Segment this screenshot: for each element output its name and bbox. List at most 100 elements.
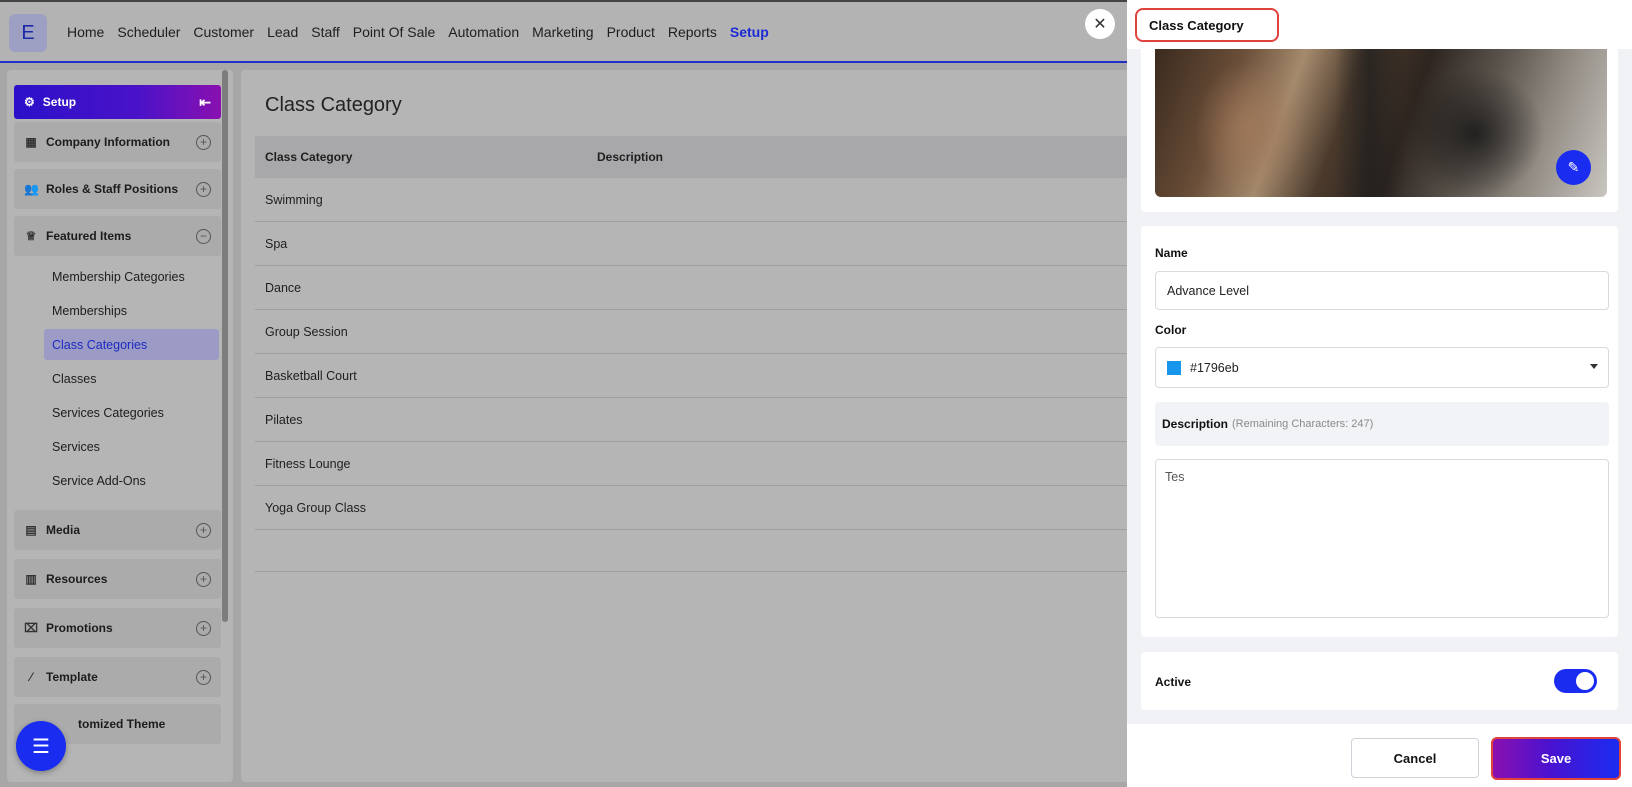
table-header: Class Category Description — [255, 136, 1131, 178]
nav-marketing[interactable]: Marketing — [532, 24, 593, 40]
name-input-value: Advance Level — [1167, 283, 1250, 298]
color-select[interactable]: #1796eb — [1155, 347, 1609, 388]
panel-title: Class Category — [1135, 8, 1279, 42]
expand-icon[interactable]: + — [196, 135, 211, 150]
expand-icon[interactable]: + — [196, 182, 211, 197]
nav-setup[interactable]: Setup — [730, 24, 769, 40]
nav-home[interactable]: Home — [67, 24, 104, 40]
sidebar-section-featured-items[interactable]: ♕ Featured Items − — [14, 216, 221, 256]
main-content: Class Category Class Category Descriptio… — [241, 70, 1131, 782]
edit-image-button[interactable]: ✎ — [1556, 150, 1591, 185]
toggle-knob — [1576, 672, 1594, 690]
active-toggle[interactable] — [1554, 669, 1597, 693]
name-input[interactable]: Advance Level — [1155, 271, 1609, 310]
collapse-icon[interactable]: − — [196, 229, 211, 244]
column-header-description: Description — [597, 150, 664, 164]
main-nav: Home Scheduler Customer Lead Staff Point… — [67, 24, 782, 40]
section-label: Featured Items — [46, 229, 132, 243]
section-label: tomized Theme — [78, 717, 166, 731]
sidebar-item-service-add-ons[interactable]: Service Add-Ons — [44, 465, 219, 496]
active-label: Active — [1155, 675, 1192, 689]
crown-icon: ♕ — [25, 229, 37, 243]
table-row[interactable]: Spa — [255, 222, 1131, 266]
app-logo[interactable]: E — [9, 14, 47, 52]
sidebar-item-class-categories[interactable]: Class Categories — [44, 329, 219, 360]
description-header: Description (Remaining Characters: 247) — [1155, 402, 1609, 446]
nav-point-of-sale[interactable]: Point Of Sale — [353, 24, 436, 40]
table-row[interactable]: Dance — [255, 266, 1131, 310]
chevron-down-icon — [1590, 364, 1598, 369]
chat-icon: ☰ — [32, 735, 50, 758]
gear-icon: ⚙ — [24, 95, 35, 109]
category-form: Name Advance Level Color #1796eb Descrip… — [1141, 226, 1618, 637]
sidebar-header-label: Setup — [42, 95, 77, 109]
cancel-button[interactable]: Cancel — [1351, 738, 1479, 778]
users-icon: 👥 — [24, 182, 39, 196]
sidebar-section-roles-staff-positions[interactable]: 👥 Roles & Staff Positions + — [14, 169, 221, 209]
color-label: Color — [1155, 323, 1187, 337]
color-value: #1796eb — [1190, 360, 1239, 375]
section-label: Roles & Staff Positions — [46, 182, 179, 196]
table-row[interactable]: Group Session — [255, 310, 1131, 354]
media-icon: ▤ — [25, 523, 37, 537]
panel-header: Class Category — [1127, 0, 1632, 49]
section-label: Promotions — [46, 621, 113, 635]
column-header-class-category: Class Category — [265, 150, 353, 164]
sidebar-item-services[interactable]: Services — [44, 431, 219, 462]
nav-reports[interactable]: Reports — [668, 24, 717, 40]
close-panel-button[interactable]: ✕ — [1085, 9, 1115, 39]
sidebar-item-membership-categories[interactable]: Membership Categories — [44, 261, 219, 292]
close-icon: ✕ — [1093, 16, 1107, 33]
class-category-table: Class Category Description Swimming Spa … — [255, 136, 1131, 572]
nav-automation[interactable]: Automation — [448, 24, 519, 40]
expand-icon[interactable]: + — [196, 621, 211, 636]
sidebar-section-company-information[interactable]: ▦ Company Information + — [14, 122, 221, 162]
save-button[interactable]: Save — [1491, 737, 1621, 780]
nav-staff[interactable]: Staff — [311, 24, 340, 40]
sidebar-item-services-categories[interactable]: Services Categories — [44, 397, 219, 428]
sidebar-section-media[interactable]: ▤ Media + — [14, 510, 221, 550]
description-textarea[interactable]: Tes — [1155, 459, 1609, 618]
chat-button[interactable]: ☰ — [16, 721, 66, 771]
name-label: Name — [1155, 246, 1188, 260]
table-empty-row — [255, 530, 1131, 572]
active-card: Active — [1141, 652, 1618, 710]
panel-footer: Cancel Save — [1127, 724, 1632, 787]
color-swatch — [1167, 360, 1181, 375]
expand-icon[interactable]: + — [196, 572, 211, 587]
sidebar-section-template[interactable]: ⁄ Template + — [14, 657, 221, 697]
nav-product[interactable]: Product — [607, 24, 655, 40]
section-label: Resources — [46, 572, 108, 586]
nav-customer[interactable]: Customer — [193, 24, 254, 40]
table-row[interactable]: Basketball Court — [255, 354, 1131, 398]
sidebar-section-resources[interactable]: ▥ Resources + — [14, 559, 221, 599]
sidebar-scrollbar[interactable] — [222, 70, 228, 622]
pencil-icon: ✎ — [1567, 159, 1580, 175]
collapse-sidebar-icon[interactable]: ⇤ — [199, 94, 211, 111]
description-label: Description — [1162, 417, 1229, 431]
nav-scheduler[interactable]: Scheduler — [117, 24, 180, 40]
wand-icon: ⁄ — [29, 670, 32, 684]
section-label: Media — [46, 523, 81, 537]
image-card — [1141, 49, 1618, 212]
remaining-characters: (Remaining Characters: 247) — [1232, 418, 1374, 430]
sidebar-section-promotions[interactable]: ⌧ Promotions + — [14, 608, 221, 648]
expand-icon[interactable]: + — [196, 670, 211, 685]
nav-lead[interactable]: Lead — [267, 24, 298, 40]
table-row[interactable]: Swimming — [255, 178, 1131, 222]
setup-sidebar: ⚙ Setup ⇤ ▦ Company Information + 👥 Role… — [7, 70, 233, 782]
sidebar-item-memberships[interactable]: Memberships — [44, 295, 219, 326]
section-label: Template — [46, 670, 98, 684]
building-icon: ▦ — [25, 135, 37, 149]
table-row[interactable]: Pilates — [255, 398, 1131, 442]
gift-icon: ⌧ — [24, 621, 38, 635]
sidebar-header: ⚙ Setup ⇤ — [14, 85, 221, 119]
page-title: Class Category — [265, 94, 402, 116]
sidebar-item-classes[interactable]: Classes — [44, 363, 219, 394]
table-row[interactable]: Yoga Group Class — [255, 486, 1131, 530]
section-label: Company Information — [46, 135, 171, 149]
category-image — [1155, 49, 1607, 197]
table-row[interactable]: Fitness Lounge — [255, 442, 1131, 486]
class-category-panel: Class Category Name Advance Level Color … — [1127, 0, 1632, 787]
expand-icon[interactable]: + — [196, 523, 211, 538]
